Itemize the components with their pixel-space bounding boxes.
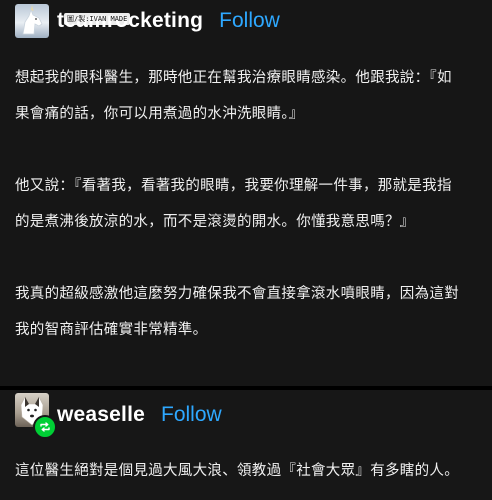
paragraph-line: 我的智商評估確實非常精準。 xyxy=(15,322,208,338)
watermark-label: 圖/製:IVAN MADE xyxy=(64,13,131,25)
paragraph-line: 的是煮沸後放涼的水，而不是滾燙的開水。你懂我意思嗎？』 xyxy=(15,214,415,230)
reblog-icon xyxy=(33,415,57,439)
post-paragraph: 我真的超級感激他這麼努力確保我不會直接拿滾水噴眼睛，因為這對 我的智商評估確實非… xyxy=(15,276,480,348)
paragraph-line: 果會痛的話，你可以用煮過的水沖洗眼睛。』 xyxy=(15,106,304,122)
post-header: teamrocketing Follow xyxy=(15,4,280,38)
follow-button[interactable]: Follow xyxy=(219,9,280,33)
post-paragraph: 想起我的眼科醫生，那時他正在幫我治療眼睛感染。他跟我說：『如 果會痛的話，你可以… xyxy=(15,60,480,132)
post-header: weaselle Follow xyxy=(15,393,222,439)
paragraph-line: 他又說：『看著我，看著我的眼睛，我要你理解一件事，那就是我指 xyxy=(15,178,452,194)
post-username[interactable]: weaselle xyxy=(57,403,145,427)
paragraph-line: 我真的超級感激他這麼努力確保我不會直接拿滾水噴眼睛，因為這對 xyxy=(15,286,459,302)
paragraph-line: 想起我的眼科醫生，那時他正在幫我治療眼睛感染。他跟我說：『如 xyxy=(15,70,452,86)
unicorn-avatar-icon[interactable] xyxy=(15,4,49,38)
post-paragraph: 他又說：『看著我，看著我的眼睛，我要你理解一件事，那就是我指 的是煮沸後放涼的水… xyxy=(15,168,480,240)
post-teamrocketing: teamrocketing Follow 圖/製:IVAN MADE 想起我的眼… xyxy=(0,0,492,386)
post-paragraph: 這位醫生絕對是個見過大風大浪、領教過『社會大眾』有多瞎的人。 xyxy=(15,453,480,489)
paragraph-line: 這位醫生絕對是個見過大風大浪、領教過『社會大眾』有多瞎的人。 xyxy=(15,463,459,479)
follow-button[interactable]: Follow xyxy=(161,403,222,427)
